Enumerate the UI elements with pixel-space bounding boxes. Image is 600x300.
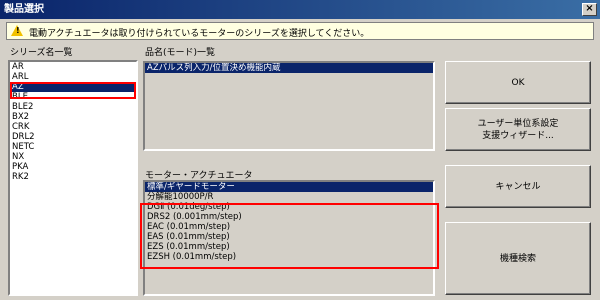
series-list-item[interactable]: AR (10, 62, 136, 72)
ok-button-label: OK (511, 77, 525, 88)
cancel-button-label: キャンセル (495, 181, 541, 192)
series-list-label: シリーズ名一覧 (10, 48, 73, 58)
model-search-button[interactable]: 機種検索 (445, 222, 591, 295)
series-list-item[interactable]: ARL (10, 72, 136, 82)
product-list-label: 品名(モード)一覧 (145, 48, 216, 58)
highlight-box-motor (140, 203, 439, 269)
series-list-item[interactable]: CRK (10, 122, 136, 132)
series-list-item[interactable]: BLE2 (10, 102, 136, 112)
series-list-item[interactable]: RK2 (10, 172, 136, 182)
title-bar: 製品選択 × (0, 0, 600, 19)
motor-list-item[interactable]: 標準/ギヤードモーター (145, 182, 433, 192)
series-list-item[interactable]: BX2 (10, 112, 136, 122)
info-bar: ! 電動アクチュエータは取り付けられているモーターのシリーズを選択してください。 (6, 22, 594, 40)
warning-icon-mark: ! (16, 26, 20, 35)
cancel-button[interactable]: キャンセル (445, 165, 591, 208)
product-listbox[interactable]: AZパルス列入力/位置決め機能内蔵 (143, 61, 435, 151)
highlight-box-series (10, 82, 136, 99)
unit-wizard-line1: ユーザー単位系設定 (477, 118, 559, 129)
info-message: 電動アクチュエータは取り付けられているモーターのシリーズを選択してください。 (29, 29, 370, 39)
window-title: 製品選択 (4, 4, 44, 15)
model-search-label: 機種検索 (499, 253, 536, 264)
unit-wizard-line2: 支援ウィザード... (482, 130, 554, 141)
close-button[interactable]: × (582, 3, 597, 16)
series-list-item[interactable]: NETC (10, 142, 136, 152)
product-list-item[interactable]: AZパルス列入力/位置決め機能内蔵 (145, 63, 433, 73)
motor-list-item[interactable]: 分解能10000P/R (145, 192, 433, 202)
ok-button[interactable]: OK (445, 61, 591, 104)
series-list-item[interactable]: DRL2 (10, 132, 136, 142)
series-list-item[interactable]: NX (10, 152, 136, 162)
unit-wizard-button[interactable]: ユーザー単位系設定 支援ウィザード... (445, 108, 591, 151)
series-list-item[interactable]: PKA (10, 162, 136, 172)
product-select-dialog: 製品選択 × ! 電動アクチュエータは取り付けられているモーターのシリーズを選択… (0, 0, 600, 300)
